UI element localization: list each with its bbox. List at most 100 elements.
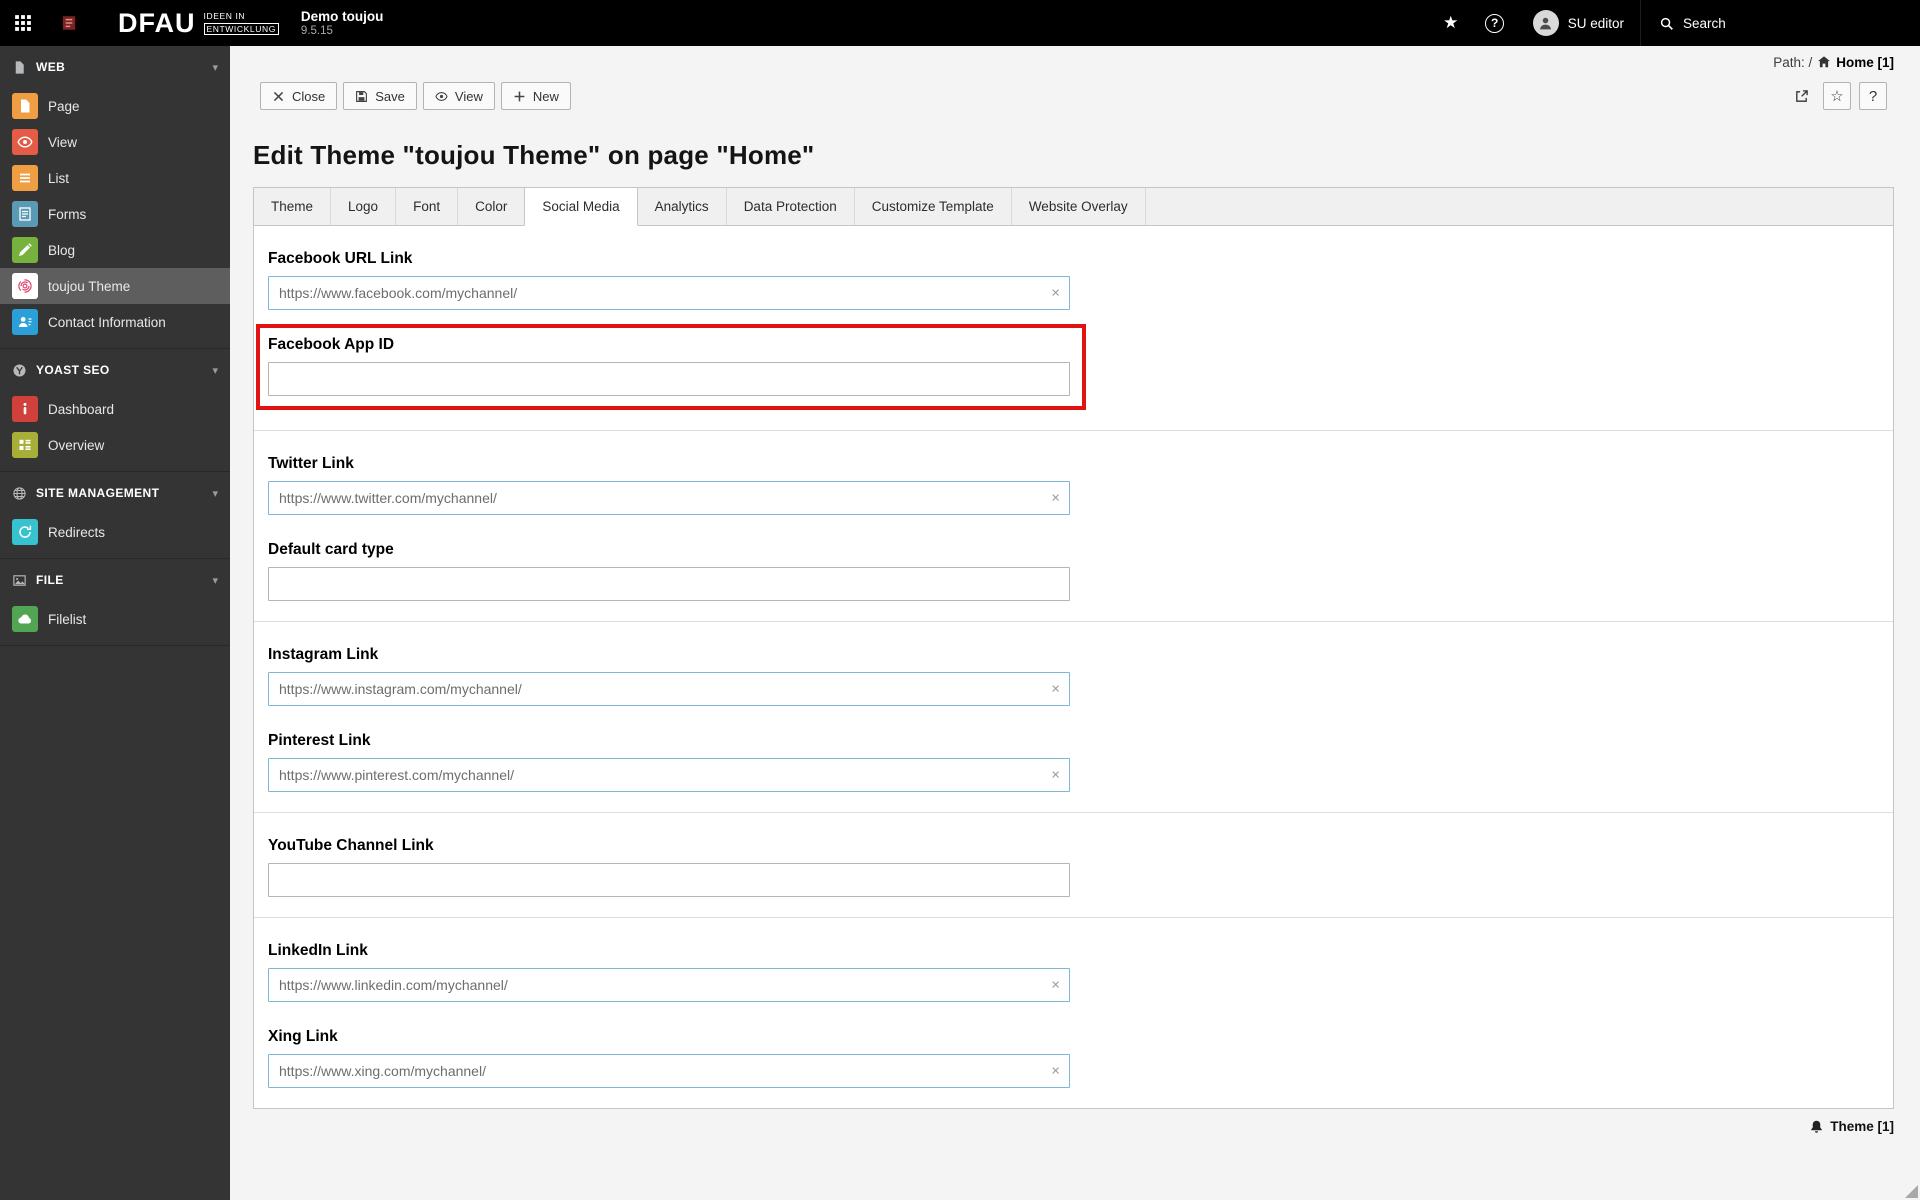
sidebar-item-overview[interactable]: Overview bbox=[0, 427, 230, 463]
breadcrumb-page-link[interactable]: Home [1] bbox=[1836, 55, 1894, 70]
overview-icon bbox=[12, 432, 38, 458]
blog-icon bbox=[12, 237, 38, 263]
sidebar-item-label: View bbox=[48, 134, 78, 150]
tab-logo[interactable]: Logo bbox=[331, 188, 397, 225]
open-in-new-window-icon[interactable] bbox=[1787, 82, 1815, 110]
form-section-4: YouTube Channel Link bbox=[254, 813, 1893, 918]
docheader-help-button[interactable]: ? bbox=[1859, 82, 1887, 110]
path-label: Path: / bbox=[1773, 54, 1813, 70]
view-button[interactable]: View bbox=[422, 82, 495, 110]
facebook-url-link-input[interactable] bbox=[268, 276, 1070, 310]
site-info: Demo toujou 9.5.15 bbox=[295, 9, 384, 37]
xing-link-input[interactable] bbox=[268, 1054, 1070, 1088]
new-button[interactable]: New bbox=[500, 82, 571, 110]
sidebar: WEB ▾ Page View List Forms Blog toujou Theme Con… bbox=[0, 46, 230, 1200]
contact-icon bbox=[12, 309, 38, 335]
clear-input-icon[interactable]: × bbox=[1051, 768, 1060, 783]
sidebar-item-label: Contact Information bbox=[48, 314, 166, 330]
form-panel: Facebook URL Link × Facebook App ID Twitter… bbox=[254, 226, 1893, 1108]
input-wrap-linkedin-link: × bbox=[268, 968, 1070, 1002]
breadcrumb: Path: / Home [1] bbox=[253, 52, 1894, 72]
sidebar-item-view[interactable]: View bbox=[0, 124, 230, 160]
record-ref-label: Theme [1] bbox=[1830, 1119, 1894, 1134]
form-section-2: Twitter Link × Default card type bbox=[254, 431, 1893, 622]
tab-color[interactable]: Color bbox=[458, 188, 526, 225]
field-label-facebook-url-link: Facebook URL Link bbox=[268, 250, 413, 267]
docheader: Close Save View New ☆ ? bbox=[253, 82, 1894, 110]
twitter-link-input[interactable] bbox=[268, 481, 1070, 515]
clear-input-icon[interactable]: × bbox=[1051, 491, 1060, 506]
sidebar-item-label: List bbox=[48, 170, 70, 186]
record-footer: Theme [1] bbox=[253, 1119, 1894, 1134]
tab-bar: Theme Logo Font Color Social Media Analytics D… bbox=[254, 188, 1893, 226]
sidebar-item-filelist[interactable]: Filelist bbox=[0, 601, 230, 637]
clear-input-icon[interactable]: × bbox=[1051, 682, 1060, 697]
sidebar-item-dashboard[interactable]: Dashboard bbox=[0, 391, 230, 427]
dashboard-icon bbox=[12, 396, 38, 422]
sidebar-item-forms[interactable]: Forms bbox=[0, 196, 230, 232]
tab-analytics[interactable]: Analytics bbox=[638, 188, 727, 225]
tab-social-media[interactable]: Social Media bbox=[524, 188, 638, 226]
instagram-link-input[interactable] bbox=[268, 672, 1070, 706]
sidebar-section-header-site-management[interactable]: SITE MANAGEMENT ▾ bbox=[0, 472, 230, 514]
field-label-linkedin-link: LinkedIn Link bbox=[268, 942, 368, 959]
tab-website-overlay[interactable]: Website Overlay bbox=[1012, 188, 1146, 225]
tab-data-protection[interactable]: Data Protection bbox=[727, 188, 855, 225]
input-wrap-xing-link: × bbox=[268, 1054, 1070, 1088]
sidebar-item-blog[interactable]: Blog bbox=[0, 232, 230, 268]
field-label-pinterest-link: Pinterest Link bbox=[268, 732, 371, 749]
sidebar-section-header-web[interactable]: WEB ▾ bbox=[0, 46, 230, 88]
input-wrap-pinterest-link: × bbox=[268, 758, 1070, 792]
topbar-right: ★ ? SU editor Search bbox=[1429, 0, 1920, 46]
tab-font[interactable]: Font bbox=[396, 188, 459, 225]
facebook-app-id-input[interactable] bbox=[268, 362, 1070, 396]
user-menu[interactable]: SU editor bbox=[1517, 0, 1640, 46]
sidebar-item-list[interactable]: List bbox=[0, 160, 230, 196]
sidebar-item-redirects[interactable]: Redirects bbox=[0, 514, 230, 550]
sidebar-section-header-file[interactable]: FILE ▾ bbox=[0, 559, 230, 601]
form-section-3: Instagram Link × Pinterest Link × bbox=[254, 622, 1893, 813]
yoast-section-icon bbox=[12, 363, 27, 378]
eye-icon bbox=[435, 90, 448, 103]
docheader-buttons: Close Save View New bbox=[260, 82, 571, 110]
bookmark-star-button[interactable]: ☆ bbox=[1823, 82, 1851, 110]
sidebar-item-label: toujou Theme bbox=[48, 278, 131, 294]
field-label-youtube-channel-link: YouTube Channel Link bbox=[268, 837, 434, 854]
logo-tagline-line1: IDEEN IN bbox=[203, 10, 246, 21]
clear-input-icon[interactable]: × bbox=[1051, 978, 1060, 993]
youtube-channel-link-input[interactable] bbox=[268, 863, 1070, 897]
close-button[interactable]: Close bbox=[260, 82, 338, 110]
input-wrap-facebook-url-link: × bbox=[268, 276, 1070, 310]
bookmarks-star-icon[interactable]: ★ bbox=[1429, 0, 1473, 46]
search-button[interactable]: Search bbox=[1640, 0, 1920, 46]
tab-theme[interactable]: Theme bbox=[254, 188, 332, 225]
linkedin-link-input[interactable] bbox=[268, 968, 1070, 1002]
clear-input-icon[interactable]: × bbox=[1051, 1064, 1060, 1079]
main-content: Path: / Home [1] Close Save View New ☆ ? Ed… bbox=[230, 46, 1920, 1134]
field-instagram-link: Instagram Link × bbox=[268, 646, 1879, 706]
sidebar-item-page[interactable]: Page bbox=[0, 88, 230, 124]
button-label: Save bbox=[375, 88, 405, 104]
chevron-down-icon: ▾ bbox=[212, 487, 218, 500]
search-label: Search bbox=[1683, 15, 1726, 31]
redirects-icon bbox=[12, 519, 38, 545]
modules-grid-icon[interactable] bbox=[0, 0, 46, 46]
sidebar-section-header-yoast-seo[interactable]: YOAST SEO ▾ bbox=[0, 349, 230, 391]
field-default-card-type: Default card type bbox=[268, 541, 1879, 601]
input-wrap-youtube-channel-link bbox=[268, 863, 1070, 897]
save-icon bbox=[355, 90, 368, 103]
pinterest-link-input[interactable] bbox=[268, 758, 1070, 792]
field-xing-link: Xing Link × bbox=[268, 1028, 1879, 1088]
site-management-section-icon bbox=[12, 486, 27, 501]
tab-customize-template[interactable]: Customize Template bbox=[855, 188, 1012, 225]
default-card-type-input[interactable] bbox=[268, 567, 1070, 601]
search-icon bbox=[1659, 16, 1674, 31]
sidebar-item-toujou-theme[interactable]: toujou Theme bbox=[0, 268, 230, 304]
help-icon[interactable]: ? bbox=[1473, 0, 1517, 46]
sidebar-item-contact-information[interactable]: Contact Information bbox=[0, 304, 230, 340]
save-button[interactable]: Save bbox=[343, 82, 417, 110]
form-section-5: LinkedIn Link × Xing Link × bbox=[254, 918, 1893, 1108]
sidebar-item-label: Dashboard bbox=[48, 401, 115, 417]
clear-input-icon[interactable]: × bbox=[1051, 286, 1060, 301]
secondary-module-icon[interactable] bbox=[46, 0, 92, 46]
